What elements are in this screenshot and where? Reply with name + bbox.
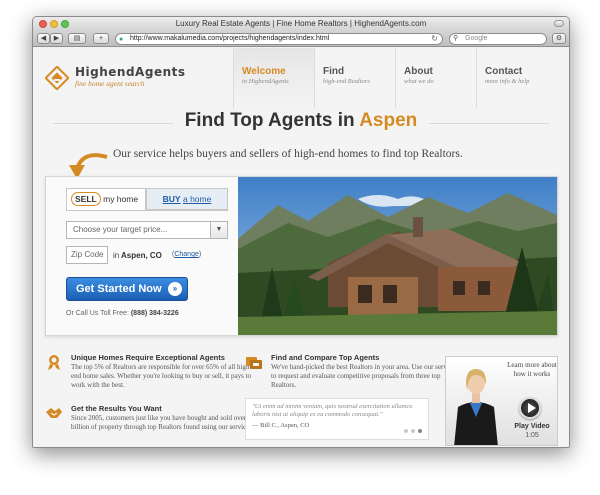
zoom-window-button[interactable]	[61, 20, 69, 28]
award-ribbon-icon	[48, 355, 60, 370]
address-bar[interactable]: ● http://www.makalumedia.com/projects/hi…	[115, 33, 443, 45]
house-photo	[238, 177, 557, 335]
feature-title: Get the Results You Want	[71, 404, 162, 413]
toll-free: Or Call Us Toll Free: (888) 384-3226	[66, 310, 179, 317]
bookmarks-button[interactable]: ▤	[68, 33, 86, 44]
sell-rest: my home	[103, 194, 139, 204]
logo-house-icon[interactable]	[45, 66, 69, 90]
nav-title: Contact	[485, 66, 523, 77]
video-panel[interactable]: Learn more about how it works Play Video…	[445, 356, 558, 446]
testimonial-author: — Bill C., Aspen, CO	[252, 422, 310, 429]
site-header: HighendAgents fine home agent search Wel…	[33, 48, 569, 108]
video-learn-more: Learn more about how it works	[507, 361, 557, 378]
nav-title: Welcome	[242, 66, 286, 77]
feature-title: Find and Compare Top Agents	[271, 353, 380, 362]
title-bar: Luxury Real Estate Agents | Fine Home Re…	[33, 17, 569, 31]
buy-word: BUY	[162, 194, 181, 204]
address-url: http://www.makalumedia.com/projects/high…	[130, 35, 330, 42]
window-title: Luxury Real Estate Agents | Fine Home Re…	[175, 19, 427, 28]
toll-label: Or Call Us Toll Free:	[66, 310, 129, 317]
pager-dot[interactable]	[404, 429, 408, 433]
nav-subtitle: more info & help	[485, 78, 530, 85]
feature-title: Unique Homes Require Exceptional Agents	[71, 353, 225, 362]
logo-name[interactable]: HighendAgents	[75, 65, 186, 79]
plus-icon: +	[98, 35, 104, 42]
back-button[interactable]: ◀	[37, 33, 50, 44]
toll-number[interactable]: (888) 384-3226	[131, 310, 179, 317]
page-title-city: Aspen	[359, 110, 418, 131]
search-field[interactable]: ⚲ Google	[449, 33, 547, 45]
close-window-button[interactable]	[39, 20, 47, 28]
pager-dot[interactable]	[411, 429, 415, 433]
play-video-label[interactable]: Play Video	[506, 423, 557, 430]
price-placeholder: Choose your target price...	[73, 225, 168, 234]
nav-title: Find	[323, 66, 345, 77]
nav-item-contact[interactable]: Contact more info & help	[476, 48, 557, 108]
nav-subtitle: what we do	[404, 78, 434, 85]
book-icon: ▤	[73, 35, 81, 42]
form-tabs: SELL my home BUY a home	[66, 188, 228, 210]
testimonial: "Ut enim ad minim veniam, quis nostrud e…	[245, 398, 429, 440]
settings-button[interactable]: ⚙	[552, 33, 566, 44]
double-chevron-right-icon: »	[168, 282, 182, 296]
page-title-prefix: Find Top Agents in	[184, 110, 355, 131]
change-location-link[interactable]: Change	[174, 251, 199, 258]
presenter-image	[454, 369, 498, 445]
search-icon: ⚲	[453, 35, 459, 42]
forward-button[interactable]: ▶	[50, 33, 63, 44]
browser-window: Luxury Real Estate Agents | Fine Home Re…	[32, 16, 570, 448]
paren-close: )	[198, 251, 202, 258]
globe-icon: ●	[119, 36, 124, 43]
nav-title: About	[404, 66, 433, 77]
toolbar-toggle-button[interactable]	[554, 20, 564, 27]
sell-word: SELL	[71, 192, 101, 206]
compare-houses-icon	[246, 357, 262, 369]
get-started-label: Get Started Now	[76, 283, 162, 295]
chevron-right-icon: ▶	[53, 35, 60, 42]
feature-body: Since 2005, customers just like you have…	[71, 414, 255, 431]
chevron-left-icon: ◀	[40, 35, 47, 42]
add-bookmark-button[interactable]: +	[93, 33, 109, 44]
tab-buy[interactable]: BUY a home	[146, 188, 228, 210]
browser-toolbar: ◀ ▶ ▤ + ● http://www.makalumedia.com/pro…	[33, 31, 569, 47]
nav-item-welcome[interactable]: Welcome to HighendAgents	[233, 48, 314, 108]
zip-code-field[interactable]: Zip Code	[66, 246, 108, 264]
divider	[66, 210, 228, 211]
reload-icon[interactable]: ↻	[431, 34, 438, 44]
main-nav: Welcome to HighendAgents Find high-end R…	[233, 48, 557, 108]
minimize-window-button[interactable]	[50, 20, 58, 28]
nav-item-find[interactable]: Find high-end Realtors	[314, 48, 395, 108]
nav-subtitle: high-end Realtors	[323, 78, 370, 85]
testimonial-pager	[404, 429, 422, 433]
change-location: (Change)	[172, 251, 201, 258]
hero-panel: SELL my home BUY a home Choose your targ…	[45, 176, 558, 336]
chevron-down-icon[interactable]: ▼	[210, 222, 227, 238]
zip-city: Aspen, CO	[121, 251, 162, 260]
tab-sell[interactable]: SELL my home	[66, 188, 146, 210]
logo-tagline: fine home agent search	[75, 79, 145, 88]
zip-in-label: in	[113, 251, 120, 260]
play-icon[interactable]	[519, 397, 541, 419]
nav-subtitle: to HighendAgents	[242, 78, 289, 85]
web-page: HighendAgents fine home agent search Wel…	[33, 48, 569, 447]
get-started-button[interactable]: Get Started Now »	[66, 277, 188, 301]
gear-icon: ⚙	[555, 35, 563, 42]
video-duration: 1:05	[525, 432, 539, 439]
feature-body: The top 5% of Realtors are responsible f…	[71, 363, 252, 389]
handshake-icon	[46, 408, 62, 418]
pager-dot-active[interactable]	[418, 429, 422, 433]
price-select[interactable]: Choose your target price... ▼	[66, 221, 228, 239]
page-title: Find Top Agents in Aspen	[33, 110, 569, 132]
search-form: SELL my home BUY a home Choose your targ…	[46, 177, 238, 335]
page-subtitle: Our service helps buyers and sellers of …	[113, 148, 463, 160]
feature-body: We've hand-picked the best Realtors in y…	[271, 363, 455, 389]
zip-placeholder: Zip Code	[71, 250, 104, 259]
nav-item-about[interactable]: About what we do	[395, 48, 476, 108]
testimonial-text: "Ut enim ad minim veniam, quis nostrud e…	[252, 403, 413, 418]
search-placeholder: Google	[465, 35, 488, 42]
buy-rest: a home	[182, 194, 212, 204]
